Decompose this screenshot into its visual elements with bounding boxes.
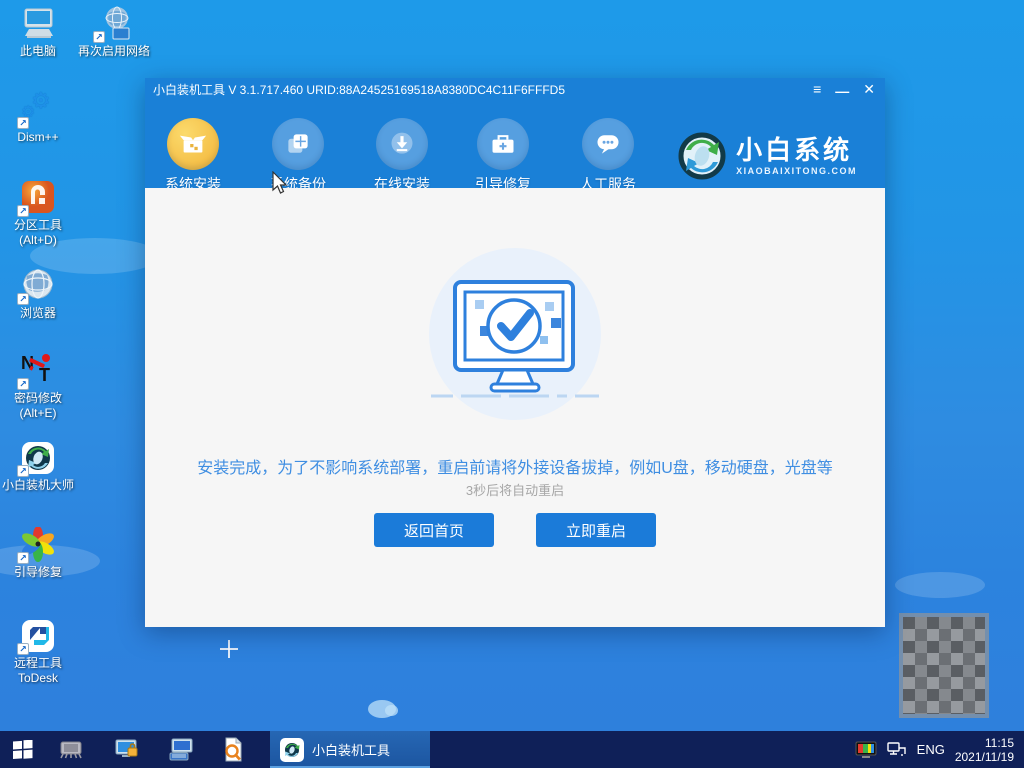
desktop-icon-browser[interactable]: ↗ 浏览器 (2, 268, 74, 321)
nav-human-service[interactable]: 人工服务 (563, 118, 653, 194)
desktop-icon-label: 远程工具 (13, 656, 62, 670)
desktop-icon-label: 再次启用网络 (77, 44, 150, 58)
titlebar[interactable]: 小白装机工具 V 3.1.717.460 URID:88A24525169518… (145, 78, 885, 100)
chat-bubble-icon (582, 118, 634, 170)
monitor-check-icon (429, 248, 601, 420)
app-swirl-icon (280, 737, 304, 762)
desktop-icon-xiaobai-master[interactable]: ↗ 小白装机大师 (0, 440, 84, 493)
desktop-icon-todesk[interactable]: ↗ 远程工具 ToDesk (2, 618, 74, 686)
shortcut-arrow-icon: ↗ (17, 643, 29, 655)
desktop-icon-label: 引导修复 (13, 565, 62, 579)
network-icon[interactable] (886, 741, 907, 758)
desktop-icon-dism[interactable]: ⚙ ⚙ ↗ Dism++ (2, 88, 74, 145)
shortcut-arrow-icon: ↗ (93, 31, 105, 43)
nav-system-backup[interactable]: 系统备份 (253, 118, 343, 194)
taskbar-search-tool[interactable] (218, 735, 248, 765)
browser-globe-icon: ↗ (17, 268, 57, 305)
restart-now-button[interactable]: 立即重启 (536, 513, 656, 547)
desktop-icon-label2: (Alt+D) (19, 233, 57, 247)
desktop-icon-boot-repair[interactable]: ↗ 引导修复 (2, 526, 74, 580)
shortcut-arrow-icon: ↗ (17, 205, 29, 217)
desktop-icon-label2: ToDesk (17, 671, 58, 685)
language-indicator[interactable]: ENG (917, 742, 945, 757)
cloud-shape (368, 700, 398, 718)
desktop-icon-partition-tool[interactable]: ↗ 分区工具 (Alt+D) (2, 180, 74, 248)
todesk-icon: ↗ (17, 618, 57, 655)
clock[interactable]: 11:15 2021/11/19 (955, 736, 1014, 764)
desktop-icon-label: Dism++ (17, 130, 59, 144)
computer-keyboard-icon (169, 738, 193, 760)
taskbar-active-task[interactable]: 小白装机工具 (270, 731, 430, 768)
enable-network-icon: ↗ (93, 6, 133, 43)
minimize-icon[interactable]: — (835, 84, 849, 98)
display-settings-icon[interactable] (855, 741, 877, 759)
brand-name: 小白系统 (736, 135, 853, 165)
app-window: 小白装机工具 V 3.1.717.460 URID:88A24525169518… (145, 78, 885, 627)
desktop-icon-label: 浏览器 (19, 306, 56, 320)
taskbar-computer-tool[interactable] (166, 735, 196, 765)
blurred-qr-code (899, 613, 989, 718)
nav-system-install[interactable]: 系统安装 (148, 118, 238, 194)
toolbox-icon (477, 118, 529, 170)
xiaobai-swirl-icon: ↗ (17, 440, 57, 477)
desktop-icon-password-change[interactable]: N T ↗ 密码修改 (Alt+E) (2, 353, 74, 421)
partition-tool-icon: ↗ (17, 180, 57, 217)
desktop-icon-this-pc[interactable]: 此电脑 (2, 6, 74, 59)
taskbar-chip-tool[interactable] (56, 735, 86, 765)
desktop-icon-label: 此电脑 (19, 44, 56, 58)
sparkle-shape (220, 640, 238, 658)
pinwheel-icon: ↗ (17, 526, 57, 564)
menu-icon[interactable]: ≡ (813, 82, 821, 96)
window-title: 小白装机工具 V 3.1.717.460 URID:88A24525169518… (153, 82, 565, 97)
toolbar: 系统安装 系统备份 在线安装 引导修复 人工服务 小白系统 XIAOBAIXIT… (145, 100, 885, 192)
countdown-text: 3秒后将自动重启 (465, 483, 565, 498)
shortcut-arrow-icon: ↗ (17, 293, 29, 305)
shortcut-arrow-icon: ↗ (17, 552, 29, 564)
shortcut-arrow-icon: ↗ (17, 465, 29, 477)
tray-time: 11:15 (984, 735, 1014, 750)
completion-message: 安装完成，为了不影响系统部署，重启前请将外接设备拔掉，例如U盘，移动硬盘，光盘等 (197, 460, 833, 477)
desktop: 此电脑 ↗ 再次启用网络 ⚙ ⚙ ↗ Dism++ ↗ 分区工具 (Alt+D)… (0, 0, 1024, 768)
download-icon (376, 118, 428, 170)
return-home-button[interactable]: 返回首页 (374, 513, 494, 547)
backup-windows-icon (272, 118, 324, 170)
desktop-icon-enable-network[interactable]: ↗ 再次启用网络 (68, 6, 160, 59)
nav-online-install[interactable]: 在线安装 (357, 118, 447, 194)
close-icon[interactable]: ✕ (863, 82, 875, 96)
taskbar: 小白装机工具 ENG 11:15 2021/11/19 (0, 731, 1024, 768)
desktop-icon-label2: (Alt+E) (19, 406, 57, 420)
nav-boot-repair[interactable]: 引导修复 (458, 118, 548, 194)
tray-date: 2021/11/19 (954, 749, 1014, 764)
brand-site: XIAOBAIXITONG.COM (736, 166, 857, 176)
taskbar-lock-screen-tool[interactable] (112, 735, 142, 765)
document-magnifier-icon (225, 737, 242, 761)
desktop-icon-label: 分区工具 (13, 218, 62, 232)
monitor-lock-icon (115, 739, 138, 757)
shortcut-arrow-icon: ↗ (17, 117, 29, 129)
windows-logo-icon (13, 739, 33, 759)
desktop-icon-label: 密码修改 (13, 391, 62, 405)
brand-logo: 小白系统 XIAOBAIXITONG.COM (676, 130, 857, 182)
memory-chip-icon (60, 741, 82, 758)
cloud-shape (895, 572, 985, 598)
window-content: 安装完成，为了不影响系统部署，重启前请将外接设备拔掉，例如U盘，移动硬盘，光盘等… (145, 188, 885, 627)
password-nt-key-icon: N T ↗ (17, 353, 57, 390)
start-button[interactable] (8, 735, 38, 765)
system-tray: ENG 11:15 2021/11/19 (855, 736, 1024, 764)
install-box-icon (167, 118, 219, 170)
swirl-logo-icon (678, 132, 726, 180)
desktop-icon-label: 小白装机大师 (1, 478, 74, 492)
dism-gears-icon: ⚙ ⚙ ↗ (17, 88, 57, 129)
active-task-label: 小白装机工具 (312, 743, 391, 758)
this-pc-icon (19, 6, 57, 42)
shortcut-arrow-icon: ↗ (17, 378, 29, 390)
mouse-cursor (272, 171, 288, 194)
